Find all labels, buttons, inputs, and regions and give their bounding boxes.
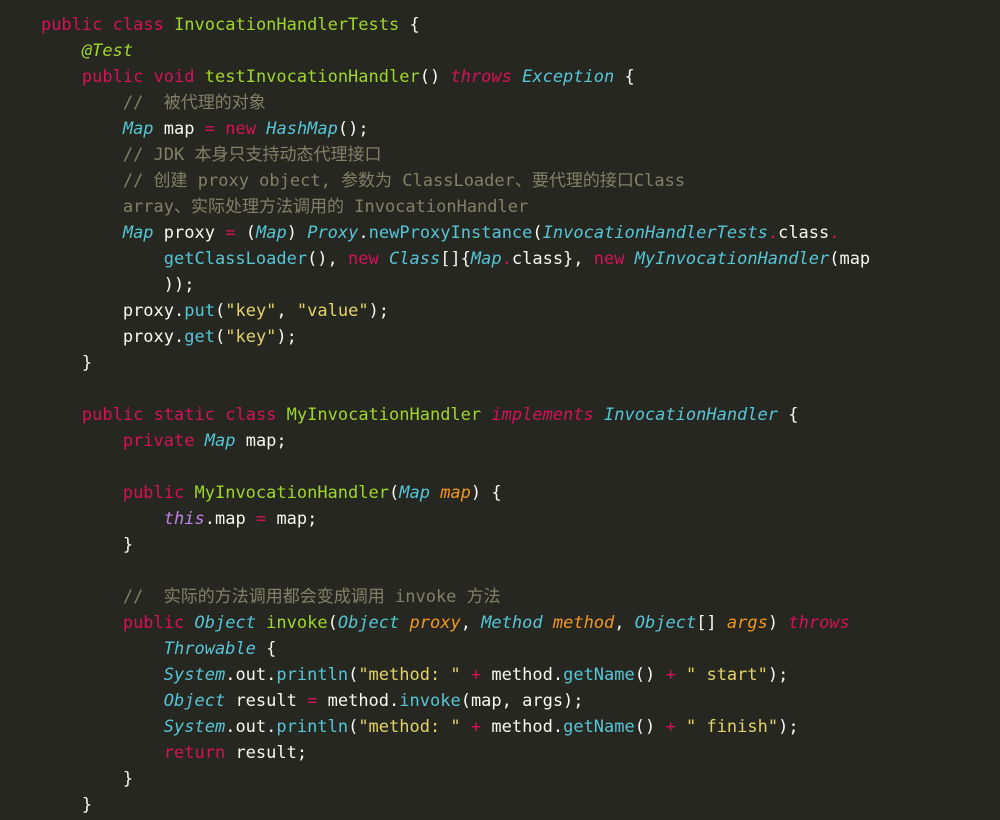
kw-void: void [154, 67, 195, 87]
code-block: public class InvocationHandlerTests { @T… [0, 0, 1000, 820]
var-proxy: proxy [123, 327, 174, 347]
type-object: Object [338, 613, 399, 633]
class-name: InvocationHandlerTests [174, 15, 399, 35]
kw-public: public [82, 67, 143, 87]
var-result: result [235, 691, 296, 711]
ctor-name: MyInvocationHandler [195, 483, 389, 503]
type-throwable: Throwable [164, 639, 256, 659]
type-map: Map [123, 223, 154, 243]
type-hashmap: HashMap [266, 119, 338, 139]
type-iface: InvocationHandler [604, 405, 778, 425]
kw-throws: throws [450, 67, 511, 87]
call-getname: getName [563, 717, 635, 737]
type-map: Map [399, 483, 430, 503]
call-newproxy: newProxyInstance [369, 223, 533, 243]
kw-public: public [123, 613, 184, 633]
type-object: Object [164, 691, 225, 711]
comment: // 实际的方法调用都会变成调用 invoke 方法 [123, 587, 501, 607]
kw-return: return [164, 743, 225, 763]
comment: array、实际处理方法调用的 InvocationHandler [123, 197, 528, 217]
kw-private: private [123, 431, 195, 451]
ref-system: System [164, 665, 225, 685]
param-args: args [727, 613, 768, 633]
kw-implements: implements [491, 405, 593, 425]
kw-public: public [123, 483, 184, 503]
str-value: "value" [297, 301, 369, 321]
str-key: "key" [225, 301, 276, 321]
comment: // JDK 本身只支持动态代理接口 [123, 145, 382, 165]
ref-system: System [164, 717, 225, 737]
method-name: testInvocationHandler [205, 67, 420, 87]
kw-static: static [154, 405, 215, 425]
call-getname: getName [563, 665, 635, 685]
call-println: println [276, 665, 348, 685]
type-exception: Exception [522, 67, 614, 87]
comment: // 创建 proxy object, 参数为 ClassLoader、要代理的… [123, 171, 685, 191]
kw-class: class [113, 15, 164, 35]
type-method: Method [481, 613, 542, 633]
call-get: get [184, 327, 215, 347]
type-map: Map [205, 431, 236, 451]
type-map: Map [256, 223, 287, 243]
field-map: map [215, 509, 246, 529]
param-proxy: proxy [410, 613, 461, 633]
type-map: Map [471, 249, 502, 269]
type-map: Map [123, 119, 154, 139]
param-method: method [553, 613, 614, 633]
kw-new: new [225, 119, 256, 139]
ref-method: method [328, 691, 389, 711]
kw-new: new [348, 249, 379, 269]
var-map: map [164, 119, 195, 139]
str-method: "method: " [358, 665, 460, 685]
call-invoke: invoke [399, 691, 460, 711]
method-invoke: invoke [266, 613, 327, 633]
var-result: result [235, 743, 296, 763]
type-class: Class [389, 249, 440, 269]
kw-public: public [41, 15, 102, 35]
var-proxy: proxy [164, 223, 215, 243]
kw-this: this [164, 509, 205, 529]
str-method: "method: " [358, 717, 460, 737]
ref-method: method [491, 717, 552, 737]
kw-throws: throws [788, 613, 849, 633]
type-invhtests: InvocationHandlerTests [543, 223, 768, 243]
ref-out: out [235, 665, 266, 685]
str-finish: " finish" [686, 717, 778, 737]
ref-out: out [235, 717, 266, 737]
call-put: put [184, 301, 215, 321]
comment: // 被代理的对象 [123, 93, 266, 113]
kw-class: class [225, 405, 276, 425]
call-println: println [276, 717, 348, 737]
param-map: map [440, 483, 471, 503]
str-key: "key" [225, 327, 276, 347]
param-map: map [276, 509, 307, 529]
str-start: " start" [686, 665, 768, 685]
ref-method: method [491, 665, 552, 685]
kw-public: public [82, 405, 143, 425]
var-proxy: proxy [123, 301, 174, 321]
kw-new: new [594, 249, 625, 269]
call-getcl: getClassLoader [164, 249, 307, 269]
field-map: map [246, 431, 277, 451]
type-object: Object [635, 613, 696, 633]
annotation: @Test [82, 41, 133, 61]
type-object: Object [195, 613, 256, 633]
type-proxy: Proxy [307, 223, 358, 243]
type-myinv: MyInvocationHandler [635, 249, 829, 269]
inner-class: MyInvocationHandler [287, 405, 481, 425]
